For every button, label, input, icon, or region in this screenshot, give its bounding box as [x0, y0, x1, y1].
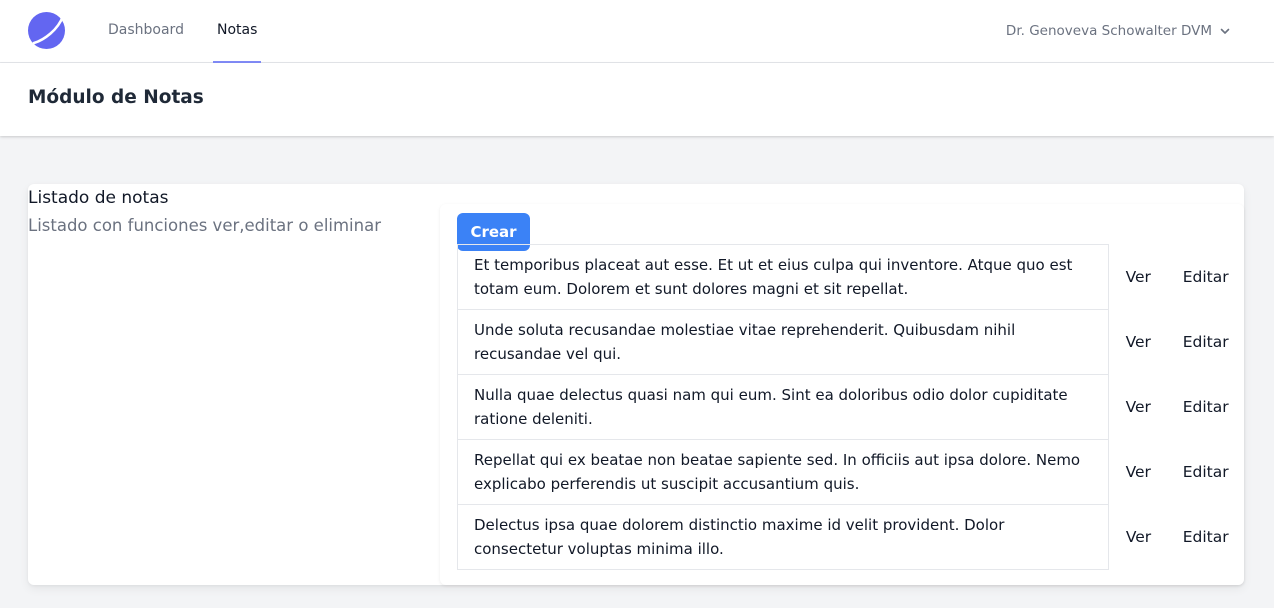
page-header: Módulo de Notas	[0, 63, 1274, 136]
nav-link-notas[interactable]: Notas	[213, 0, 262, 63]
edit-note-link[interactable]: Editar	[1168, 310, 1244, 375]
chevron-down-icon	[1220, 28, 1230, 34]
table-row: Delectus ipsa quae dolorem distinctio ma…	[456, 504, 1244, 570]
edit-note-link[interactable]: Editar	[1168, 440, 1244, 505]
note-text: Repellat qui ex beatae non beatae sapien…	[456, 439, 1110, 505]
edit-note-link[interactable]: Editar	[1168, 505, 1244, 570]
note-text: Delectus ipsa quae dolorem distinctio ma…	[456, 504, 1110, 570]
note-text: Nulla quae delectus quasi nam qui eum. S…	[456, 374, 1110, 440]
notes-panel: Crear Et temporibus placeat aut esse. Et…	[440, 204, 1244, 585]
notes-table: Et temporibus placeat aut esse. Et ut et…	[456, 244, 1244, 570]
view-note-link[interactable]: Ver	[1109, 310, 1168, 375]
note-text: Unde soluta recusandae molestiae vitae r…	[456, 309, 1110, 375]
app-logo[interactable]	[28, 12, 65, 49]
view-note-link[interactable]: Ver	[1109, 375, 1168, 440]
notes-card: Listado de notas Listado con funciones v…	[28, 184, 1244, 585]
user-name: Dr. Genoveva Schowalter DVM	[1005, 22, 1212, 39]
top-navigation: Dashboard Notas Dr. Genoveva Schowalter …	[0, 0, 1274, 63]
user-menu[interactable]: Dr. Genoveva Schowalter DVM	[1006, 0, 1230, 61]
section-description: Listado con funciones ver,editar o elimi…	[28, 216, 381, 235]
table-row: Repellat qui ex beatae non beatae sapien…	[456, 439, 1244, 505]
view-note-link[interactable]: Ver	[1109, 440, 1168, 505]
table-row: Et temporibus placeat aut esse. Et ut et…	[456, 244, 1244, 310]
view-note-link[interactable]: Ver	[1109, 245, 1168, 310]
edit-note-link[interactable]: Editar	[1168, 245, 1244, 310]
nav-link-dashboard[interactable]: Dashboard	[108, 0, 184, 63]
table-row: Unde soluta recusandae molestiae vitae r…	[456, 309, 1244, 375]
table-row: Nulla quae delectus quasi nam qui eum. S…	[456, 374, 1244, 440]
notes-table-body: Et temporibus placeat aut esse. Et ut et…	[456, 244, 1244, 570]
page-title: Módulo de Notas	[28, 87, 204, 108]
section-title: Listado de notas	[28, 188, 169, 208]
edit-note-link[interactable]: Editar	[1168, 375, 1244, 440]
view-note-link[interactable]: Ver	[1109, 505, 1168, 570]
note-text: Et temporibus placeat aut esse. Et ut et…	[456, 244, 1110, 310]
